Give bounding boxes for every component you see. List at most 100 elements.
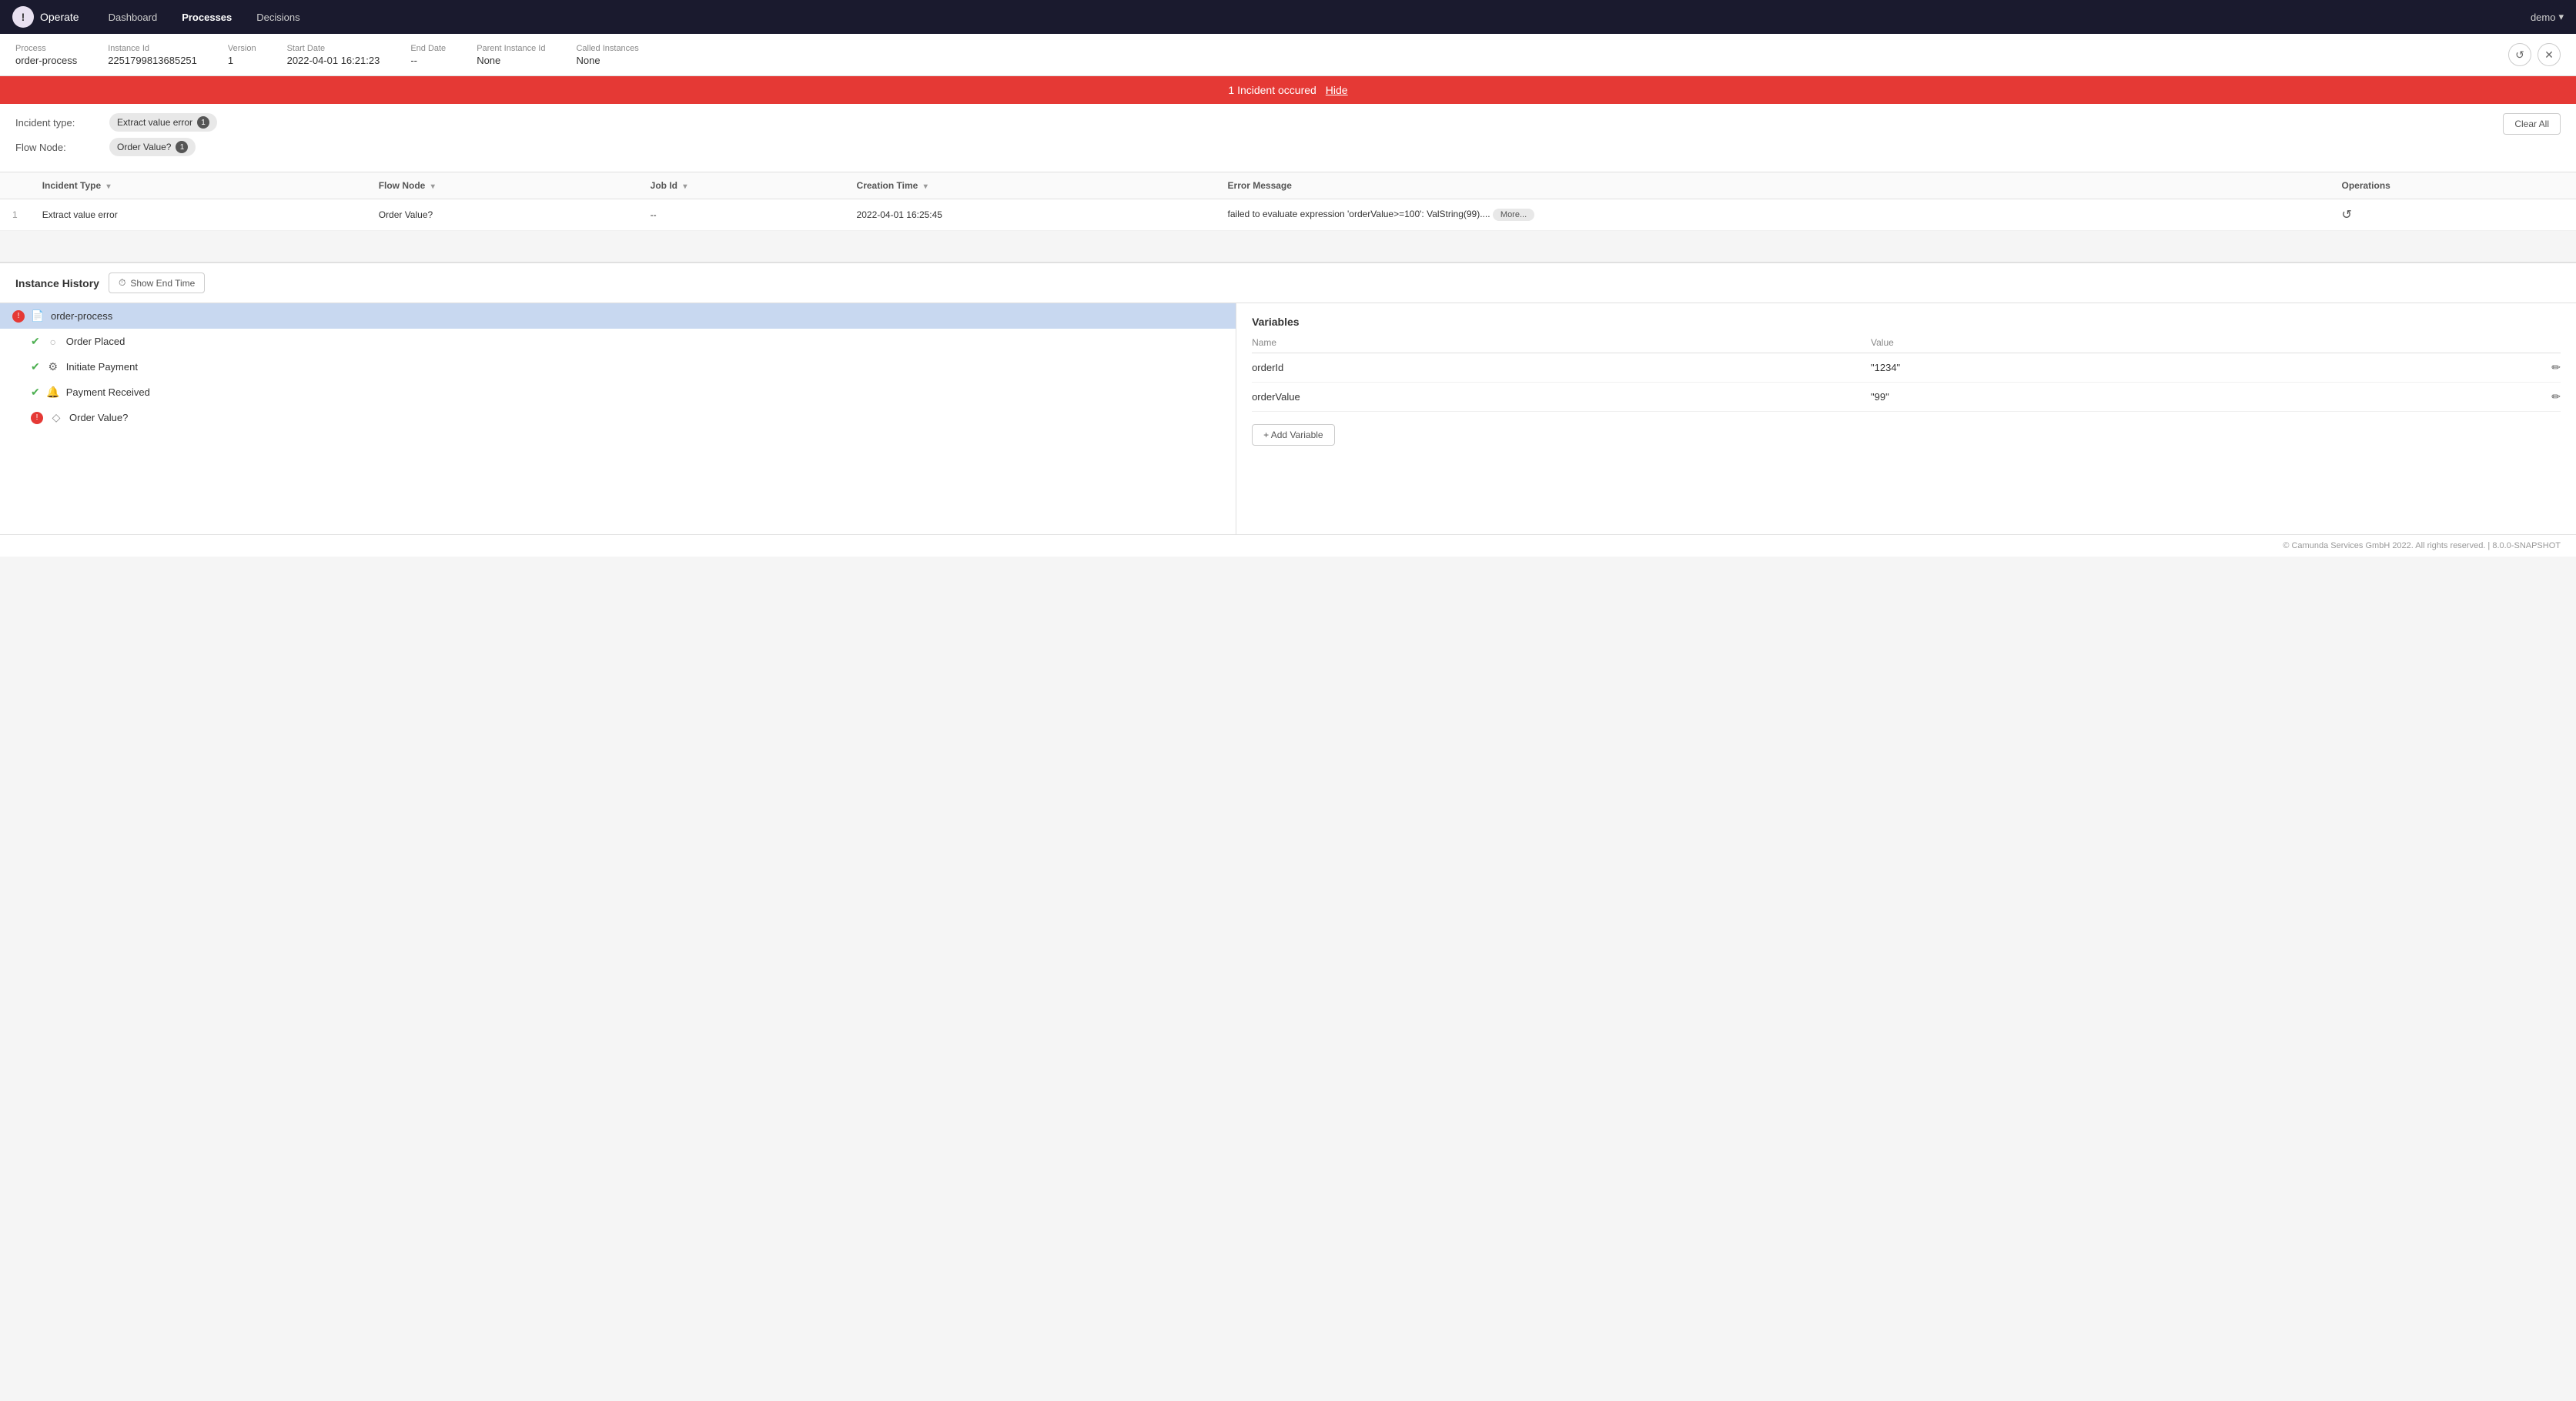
cancel-button[interactable]: ✕	[2538, 43, 2561, 66]
incident-type-badge: 1	[197, 116, 209, 129]
nav-user-menu[interactable]: demo ▾	[2531, 11, 2564, 23]
tree-item-label: order-process	[51, 310, 112, 322]
variables-table: Name Value orderId "1234" ✏ orderValue "…	[1252, 337, 2561, 412]
variable-value: "99"	[1871, 383, 2363, 412]
nav-dashboard[interactable]: Dashboard	[98, 7, 169, 28]
start-date-label: Start Date	[287, 44, 380, 53]
clear-all-button[interactable]: Clear All	[2503, 113, 2561, 135]
table-row: 1 Extract value error Order Value? -- 20…	[0, 199, 2576, 231]
col-creation-time-label: Creation Time	[857, 180, 918, 191]
tree-item-initiate-payment[interactable]: ✔ ⚙ Initiate Payment	[0, 354, 1236, 380]
instance-id-value: 2251799813685251	[108, 55, 197, 66]
incident-banner: 1 Incident occured Hide	[0, 76, 2576, 104]
creation-time-sort-icon: ▾	[924, 182, 928, 191]
col-incident-type[interactable]: Incident Type ▾	[30, 172, 366, 199]
tree-item-label: Order Value?	[69, 412, 128, 423]
col-incident-type-label: Incident Type	[42, 180, 101, 191]
top-navigation: ! Operate Dashboard Processes Decisions …	[0, 0, 2576, 34]
row-flow-node: Order Value?	[366, 199, 638, 231]
nav-decisions[interactable]: Decisions	[246, 7, 310, 28]
variables-name-col: Name	[1252, 337, 1871, 353]
called-instances-field: Called Instances None	[576, 44, 638, 66]
col-error-message: Error Message	[1216, 172, 2330, 199]
col-operations: Operations	[2330, 172, 2576, 199]
incident-type-sort-icon: ▾	[106, 182, 110, 191]
process-header: Process order-process Instance Id 225179…	[0, 34, 2576, 76]
gateway-icon: ◇	[49, 411, 63, 424]
start-date-field: Start Date 2022-04-01 16:21:23	[287, 44, 380, 66]
bottom-section: Instance History ⏱ Show End Time ! 📄 ord…	[0, 262, 2576, 534]
more-button[interactable]: More...	[1493, 209, 1534, 221]
page-footer: © Camunda Services GmbH 2022. All rights…	[0, 534, 2576, 557]
called-instances-value: None	[576, 55, 638, 66]
clock-icon: ⏱	[119, 277, 125, 289]
tree-item-label: Initiate Payment	[66, 361, 138, 373]
incidents-table: Incident Type ▾ Flow Node ▾ Job Id ▾ Cre…	[0, 172, 2576, 231]
incidents-table-section: Incident Type ▾ Flow Node ▾ Job Id ▾ Cre…	[0, 172, 2576, 231]
col-job-id[interactable]: Job Id ▾	[638, 172, 845, 199]
col-job-id-label: Job Id	[651, 180, 677, 191]
instance-id-label: Instance Id	[108, 44, 197, 53]
app-logo[interactable]: ! Operate	[12, 6, 79, 28]
edit-variable-icon[interactable]: ✏	[2551, 361, 2561, 373]
row-num: 1	[0, 199, 30, 231]
tree-item-payment-received[interactable]: ✔ 🔔 Payment Received	[0, 380, 1236, 405]
flow-node-tag[interactable]: Order Value? 1	[109, 138, 196, 156]
col-flow-node[interactable]: Flow Node ▾	[366, 172, 638, 199]
nav-processes[interactable]: Processes	[171, 7, 243, 28]
incident-type-tag[interactable]: Extract value error 1	[109, 113, 217, 132]
flow-node-sort-icon: ▾	[431, 182, 435, 191]
circle-icon: ○	[46, 336, 60, 348]
tree-item-order-process[interactable]: ! 📄 order-process	[0, 303, 1236, 329]
incident-type-tag-label: Extract value error	[117, 117, 192, 128]
retry-button[interactable]: ↺	[2508, 43, 2531, 66]
flow-node-filter-row: Flow Node: Order Value? 1	[15, 138, 2503, 156]
col-creation-time[interactable]: Creation Time ▾	[845, 172, 1216, 199]
flow-node-badge: 1	[176, 141, 188, 153]
version-field: Version 1	[228, 44, 256, 66]
col-flow-node-label: Flow Node	[379, 180, 426, 191]
logo-icon: !	[12, 6, 34, 28]
end-date-label: End Date	[410, 44, 446, 53]
instance-id-field: Instance Id 2251799813685251	[108, 44, 197, 66]
gear-icon: ⚙	[46, 360, 60, 373]
edit-variable-icon[interactable]: ✏	[2551, 390, 2561, 403]
parent-instance-value: None	[477, 55, 545, 66]
called-instances-label: Called Instances	[576, 44, 638, 53]
tree-item-label: Order Placed	[66, 336, 125, 347]
incident-message: 1 Incident occured	[1228, 84, 1316, 96]
variables-value-col: Value	[1871, 337, 2363, 353]
parent-instance-field: Parent Instance Id None	[477, 44, 545, 66]
nav-username: demo	[2531, 12, 2556, 23]
variable-name: orderValue	[1252, 383, 1871, 412]
row-retry-icon[interactable]: ↺	[2342, 209, 2352, 222]
process-label: Process	[15, 44, 77, 53]
hide-incident-link[interactable]: Hide	[1326, 84, 1348, 96]
row-creation-time: 2022-04-01 16:25:45	[845, 199, 1216, 231]
end-date-field: End Date --	[410, 44, 446, 66]
end-date-value: --	[410, 55, 446, 66]
job-id-sort-icon: ▾	[683, 182, 687, 191]
variable-name: orderId	[1252, 353, 1871, 383]
variable-row: orderId "1234" ✏	[1252, 353, 2561, 383]
nav-links: Dashboard Processes Decisions	[98, 7, 2531, 28]
footer-text: © Camunda Services GmbH 2022. All rights…	[2283, 541, 2561, 550]
version-value: 1	[228, 55, 256, 66]
check-icon: ✔	[31, 335, 40, 348]
app-name: Operate	[40, 11, 79, 23]
show-end-time-button[interactable]: ⏱ Show End Time	[109, 273, 205, 293]
version-label: Version	[228, 44, 256, 53]
start-date-value: 2022-04-01 16:21:23	[287, 55, 380, 66]
tree-item-order-placed[interactable]: ✔ ○ Order Placed	[0, 329, 1236, 354]
variable-row: orderValue "99" ✏	[1252, 383, 2561, 412]
add-variable-button[interactable]: + Add Variable	[1252, 424, 1335, 446]
incident-type-filter-label: Incident type:	[15, 117, 100, 129]
doc-icon: 📄	[31, 309, 45, 323]
header-actions: ↺ ✕	[2508, 43, 2561, 66]
variables-title: Variables	[1252, 316, 2561, 328]
tree-item-order-value[interactable]: ! ◇ Order Value?	[0, 405, 1236, 430]
instance-tree: ! 📄 order-process ✔ ○ Order Placed ✔ ⚙ I…	[0, 303, 1236, 534]
row-incident-type: Extract value error	[30, 199, 366, 231]
error-indicator: !	[31, 412, 43, 424]
row-job-id: --	[638, 199, 845, 231]
